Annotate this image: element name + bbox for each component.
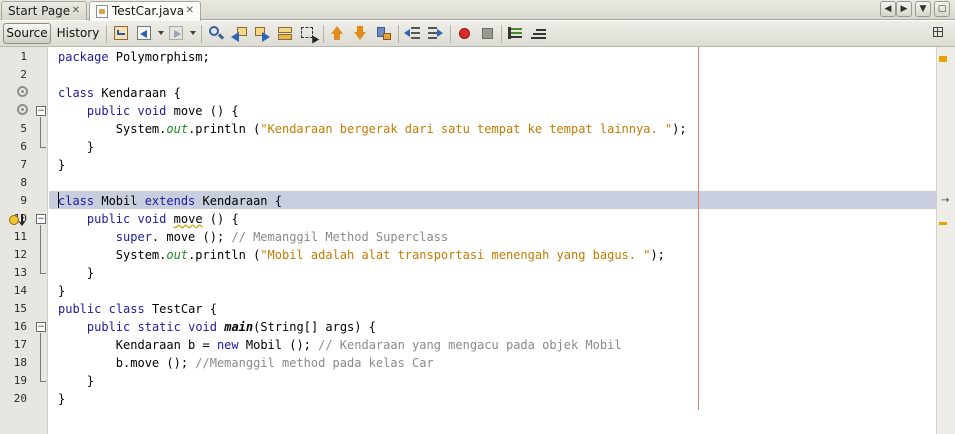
toolbar-separator — [106, 25, 107, 43]
line-number: 6 — [20, 140, 27, 153]
error-stripe[interactable]: → — [936, 47, 955, 434]
find-next-icon[interactable] — [254, 25, 271, 42]
source-view-button[interactable]: Source — [3, 23, 51, 44]
restore-icon: ▢ — [937, 4, 947, 14]
find-icon[interactable] — [208, 25, 225, 42]
back-dropdown-icon[interactable] — [158, 31, 164, 35]
back-icon[interactable] — [136, 25, 153, 42]
stop-macro-recording-icon[interactable] — [479, 25, 496, 42]
line-number: 11 — [13, 230, 27, 243]
is-overridden-icon[interactable] — [17, 86, 28, 97]
close-icon[interactable]: ✕ — [72, 2, 80, 20]
split-editor-icon[interactable] — [932, 26, 949, 43]
scroll-tabs-left-button[interactable]: ◀ — [880, 1, 896, 17]
caret-position-marker-icon: → — [941, 195, 950, 206]
chevron-left-icon: ◀ — [884, 4, 892, 14]
line-number: 1 — [20, 50, 27, 63]
start-macro-recording-icon[interactable] — [456, 25, 473, 42]
code-line[interactable]: } — [58, 282, 65, 300]
warning-mark[interactable] — [939, 222, 947, 225]
tab-testcar-java-label: TestCar.java — [112, 4, 185, 18]
editor-toolbar: Source History — [0, 21, 955, 47]
code-line[interactable]: } — [58, 390, 65, 408]
code-line[interactable]: public static void main(String[] args) { — [58, 318, 376, 336]
code-line[interactable]: public void move () { — [58, 102, 239, 120]
chevron-right-icon: ▶ — [900, 4, 908, 14]
warning-mark[interactable] — [939, 56, 947, 62]
restore-window-button[interactable]: ▢ — [934, 1, 950, 17]
rectangular-selection-icon[interactable] — [300, 25, 320, 44]
code-line[interactable]: class Mobil extends Kendaraan { — [58, 192, 282, 210]
line-number: 7 — [20, 158, 27, 171]
fold-toggle[interactable]: − — [36, 322, 46, 332]
tab-testcar-java[interactable]: TestCar.java ✕ — [89, 1, 201, 21]
line-number: 12 — [13, 248, 27, 261]
line-number: 16 — [13, 320, 27, 333]
forward-icon — [168, 25, 185, 42]
line-number: 20 — [13, 392, 27, 405]
code-line[interactable]: Kendaraan b = new Mobil (); // Kendaraan… — [58, 336, 622, 354]
tab-start-page-label: Start Page — [8, 4, 71, 18]
code-line[interactable]: System.out.println ("Kendaraan bergerak … — [58, 120, 687, 138]
line-number: 17 — [13, 338, 27, 351]
code-line[interactable]: public void move () { — [58, 210, 239, 228]
previous-bookmark-icon[interactable] — [329, 25, 346, 42]
code-line[interactable]: } — [58, 156, 65, 174]
fold-guide — [40, 147, 46, 148]
tab-start-page[interactable]: Start Page ✕ — [1, 1, 87, 20]
right-margin-guide — [698, 47, 699, 410]
last-edit-icon[interactable] — [113, 25, 130, 42]
toggle-bookmark-icon[interactable] — [375, 25, 392, 42]
toggle-highlight-search-icon[interactable] — [277, 25, 294, 42]
code-line[interactable]: System.out.println ("Mobil adalah alat t… — [58, 246, 665, 264]
close-icon[interactable]: ✕ — [186, 2, 194, 20]
fold-guide — [40, 225, 41, 273]
history-view-button[interactable]: History — [55, 23, 101, 44]
code-line[interactable]: package Polymorphism; — [58, 48, 210, 66]
forward-dropdown-icon — [190, 31, 196, 35]
line-number: 14 — [13, 284, 27, 297]
chevron-down-icon: ▼ — [919, 4, 927, 14]
line-number: 15 — [13, 302, 27, 315]
toolbar-separator — [323, 25, 324, 43]
toolbar-separator — [201, 25, 202, 43]
toolbar-separator — [450, 25, 451, 43]
fold-toggle[interactable]: − — [36, 106, 46, 116]
is-overridden-icon[interactable] — [17, 104, 28, 115]
code-line[interactable]: b.move (); //Memanggil method pada kelas… — [58, 354, 434, 372]
fold-guide — [40, 333, 41, 381]
shift-line-left-icon[interactable] — [404, 25, 421, 42]
code-line[interactable]: public class TestCar { — [58, 300, 217, 318]
line-number: 9 — [20, 194, 27, 207]
find-previous-icon[interactable] — [231, 25, 248, 42]
toolbar-separator — [501, 25, 502, 43]
toolbar-separator — [398, 25, 399, 43]
next-bookmark-icon[interactable] — [352, 25, 369, 42]
show-opened-documents-button[interactable]: ▼ — [915, 1, 931, 17]
fold-guide — [40, 381, 46, 382]
fold-guide — [40, 117, 41, 147]
code-line[interactable]: class Kendaraan { — [58, 84, 181, 102]
line-number: 18 — [13, 356, 27, 369]
code-line[interactable]: } — [58, 372, 94, 390]
shift-line-right-icon[interactable] — [427, 25, 444, 42]
uncomment-icon[interactable] — [530, 25, 547, 42]
scroll-tabs-right-button[interactable]: ▶ — [896, 1, 912, 17]
line-number: 5 — [20, 122, 27, 135]
comment-icon[interactable] — [507, 25, 524, 42]
editor-tab-bar: Start Page ✕ TestCar.java ✕ ◀ ▶ ▼ ▢ — [0, 0, 955, 21]
java-file-icon — [96, 5, 108, 18]
overrides-warning-icon[interactable] — [9, 213, 27, 227]
fold-guide — [40, 273, 46, 274]
line-number: 19 — [13, 374, 27, 387]
code-line[interactable]: } — [58, 264, 94, 282]
code-line[interactable]: } — [58, 138, 94, 156]
line-number: 2 — [20, 68, 27, 81]
code-line[interactable]: super. move (); // Memanggil Method Supe… — [58, 228, 448, 246]
fold-toggle[interactable]: − — [36, 214, 46, 224]
line-number: 13 — [13, 266, 27, 279]
line-number: 8 — [20, 176, 27, 189]
